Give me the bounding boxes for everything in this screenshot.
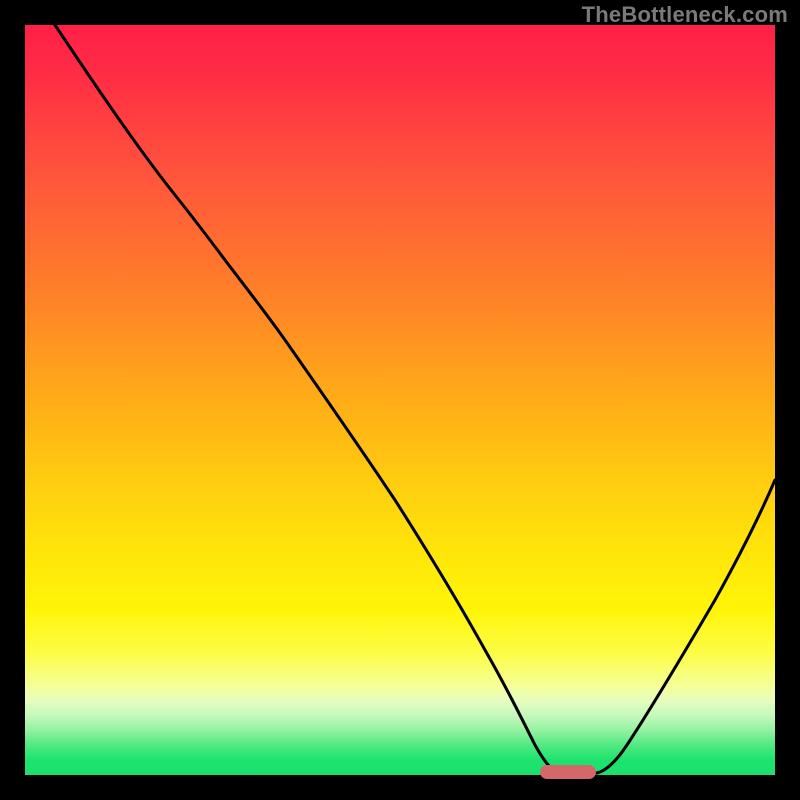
chart-frame: TheBottleneck.com [0, 0, 800, 800]
plot-area [25, 25, 775, 775]
optimal-range-marker [540, 765, 596, 779]
chart-overlay-svg [25, 25, 775, 775]
bottleneck-curve [55, 25, 775, 773]
